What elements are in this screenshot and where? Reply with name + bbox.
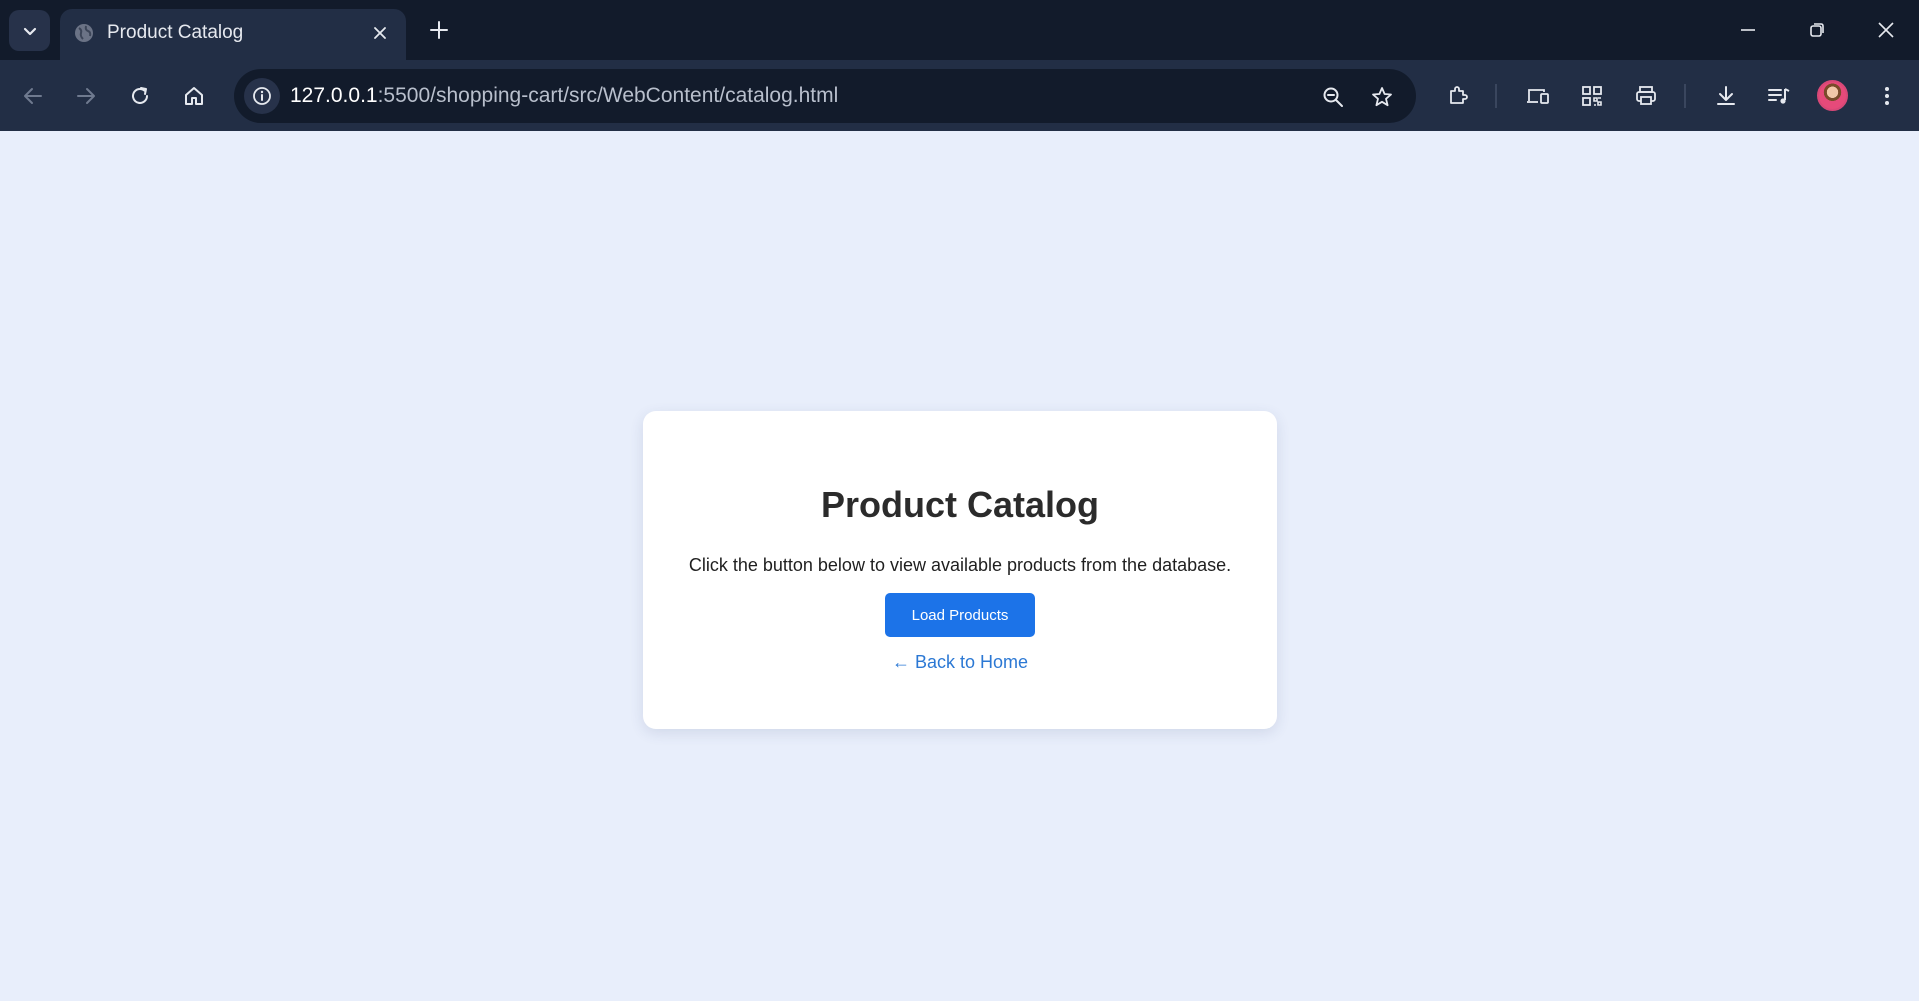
devices-button[interactable] — [1518, 76, 1558, 116]
address-bar[interactable]: 127.0.0.1:5500/shopping-cart/src/WebCont… — [234, 69, 1416, 123]
browser-menu-button[interactable] — [1867, 76, 1907, 116]
browser-toolbar: 127.0.0.1:5500/shopping-cart/src/WebCont… — [0, 60, 1919, 131]
tab-close-button[interactable] — [368, 21, 392, 45]
star-icon — [1372, 87, 1392, 107]
toolbar-separator — [1684, 84, 1686, 108]
arrow-left-icon — [24, 88, 42, 104]
catalog-card: Product Catalog Click the button below t… — [643, 411, 1277, 729]
arrow-right-icon — [77, 88, 95, 104]
zoom-button[interactable] — [1315, 79, 1351, 115]
reload-button[interactable] — [120, 76, 160, 116]
plus-icon — [430, 21, 448, 39]
tab-search-button[interactable] — [9, 10, 50, 51]
minimize-button[interactable] — [1726, 10, 1770, 50]
browser-tab-active[interactable]: Product Catalog — [60, 9, 406, 60]
forward-button[interactable] — [66, 76, 106, 116]
download-icon — [1717, 86, 1735, 105]
page-title: Product Catalog — [820, 484, 1099, 525]
bookmark-button[interactable] — [1364, 79, 1400, 115]
site-info-button[interactable] — [244, 78, 280, 114]
restore-icon — [1810, 23, 1824, 37]
page-description: Click the button below to view available… — [688, 555, 1232, 575]
restore-button[interactable] — [1795, 10, 1839, 50]
url-host: 127.0.0.1 — [290, 84, 378, 107]
media-controls-button[interactable] — [1759, 76, 1799, 116]
url-text[interactable]: 127.0.0.1:5500/shopping-cart/src/WebCont… — [290, 83, 838, 109]
chevron-down-icon — [23, 27, 36, 35]
reload-icon — [132, 87, 148, 104]
back-to-home-link[interactable]: ← Back to Home — [643, 651, 1277, 673]
tab-title: Product Catalog — [107, 22, 244, 43]
new-tab-button[interactable] — [423, 14, 455, 46]
qr-code-button[interactable] — [1572, 76, 1612, 116]
printer-icon — [1636, 86, 1656, 105]
zoom-out-icon — [1323, 87, 1343, 107]
downloads-button[interactable] — [1706, 76, 1746, 116]
info-icon — [253, 87, 271, 105]
browser-tab-bar: Product Catalog — [0, 0, 1919, 60]
print-button[interactable] — [1626, 76, 1666, 116]
devices-icon — [1527, 89, 1549, 104]
close-icon — [1878, 22, 1894, 38]
close-window-button[interactable] — [1864, 10, 1908, 50]
close-icon — [374, 27, 386, 39]
home-button[interactable] — [174, 76, 214, 116]
page-viewport: Product Catalog Click the button below t… — [0, 131, 1919, 1001]
globe-icon — [72, 21, 96, 45]
kebab-menu-icon — [1885, 87, 1889, 105]
media-queue-icon — [1768, 88, 1790, 104]
load-products-button[interactable]: Load Products — [885, 593, 1035, 637]
avatar[interactable] — [1817, 80, 1848, 111]
extensions-button[interactable] — [1438, 76, 1478, 116]
home-icon — [185, 87, 203, 105]
minimize-icon — [1741, 29, 1755, 31]
puzzle-icon — [1450, 86, 1468, 104]
toolbar-separator — [1495, 84, 1497, 108]
url-path: :5500/shopping-cart/src/WebContent/catal… — [377, 84, 839, 107]
qr-code-icon — [1582, 86, 1602, 106]
back-button[interactable] — [13, 76, 53, 116]
